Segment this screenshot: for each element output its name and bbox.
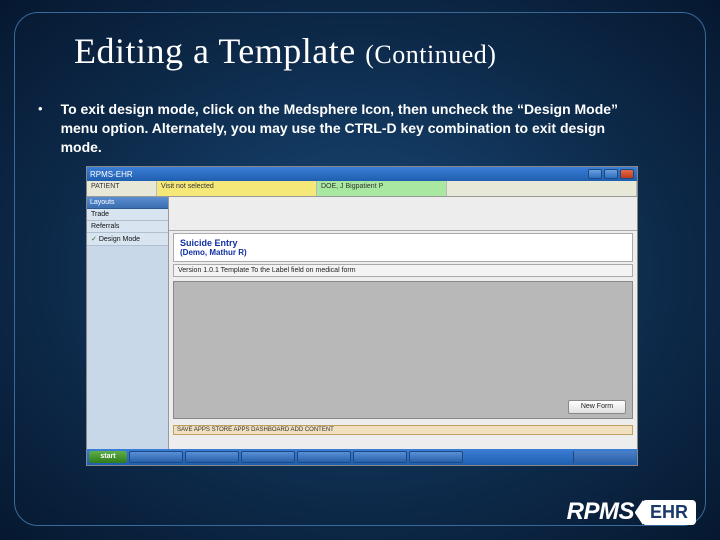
- sidebar: Layouts Trade Referrals Design Mode: [87, 197, 169, 449]
- bullet-row: • To exit design mode, click on the Meds…: [38, 100, 684, 157]
- slide-title: Editing a Template (Continued): [74, 30, 684, 72]
- taskbar-item[interactable]: [241, 451, 295, 463]
- taskbar: start: [87, 449, 637, 465]
- form-info-panel: Version 1.0.1 Template To the Label fiel…: [173, 264, 633, 277]
- main-bottom: SAVE APPS STORE APPS DASHBOARD ADD CONTE…: [169, 423, 637, 449]
- start-button[interactable]: start: [89, 451, 127, 463]
- window-buttons: [588, 169, 634, 179]
- app-header: PATIENT Visit not selected DOE, J Bigpat…: [87, 181, 637, 197]
- slide-content: Editing a Template (Continued) • To exit…: [36, 24, 684, 512]
- taskbar-item[interactable]: [129, 451, 183, 463]
- sidebar-item-design-mode[interactable]: Design Mode: [87, 233, 168, 246]
- header-cell-visit[interactable]: Visit not selected: [157, 181, 317, 196]
- form-subtitle: (Demo, Mathur R): [180, 248, 626, 257]
- new-form-button[interactable]: New Form: [568, 400, 626, 414]
- embedded-screenshot: RPMS-EHR PATIENT Visit not selected DOE,…: [86, 166, 638, 466]
- status-ribbon: SAVE APPS STORE APPS DASHBOARD ADD CONTE…: [173, 425, 633, 435]
- system-tray[interactable]: [573, 451, 635, 463]
- form-title-panel: Suicide Entry (Demo, Mathur R): [173, 233, 633, 262]
- main-panel: Suicide Entry (Demo, Mathur R) Version 1…: [169, 197, 637, 449]
- title-continued: (Continued): [365, 40, 496, 69]
- main-top-gap: [169, 197, 637, 231]
- sidebar-heading: Layouts: [87, 197, 168, 209]
- close-button[interactable]: [620, 169, 634, 179]
- taskbar-item[interactable]: [185, 451, 239, 463]
- minimize-button[interactable]: [588, 169, 602, 179]
- sidebar-spacer: [87, 246, 168, 449]
- maximize-button[interactable]: [604, 169, 618, 179]
- sidebar-item[interactable]: Trade: [87, 209, 168, 221]
- form-body-area: New Form: [173, 281, 633, 419]
- header-cell: PATIENT: [87, 181, 157, 196]
- rpms-logo: RPMS: [567, 498, 634, 526]
- app-body: Layouts Trade Referrals Design Mode Suic…: [87, 197, 637, 449]
- taskbar-item[interactable]: [353, 451, 407, 463]
- footer-logos: RPMS EHR: [567, 498, 696, 526]
- window-titlebar: RPMS-EHR: [87, 167, 637, 181]
- sidebar-item[interactable]: Referrals: [87, 221, 168, 233]
- bullet-text: To exit design mode, click on the Medsph…: [61, 100, 621, 157]
- form-title: Suicide Entry: [180, 238, 626, 248]
- bullet-marker: •: [38, 100, 43, 157]
- title-main: Editing a Template: [74, 31, 356, 71]
- header-cell: [447, 181, 637, 196]
- taskbar-item[interactable]: [409, 451, 463, 463]
- header-cell-patient[interactable]: DOE, J Bigpatient P: [317, 181, 447, 196]
- ehr-logo: EHR: [642, 500, 696, 525]
- taskbar-item[interactable]: [297, 451, 351, 463]
- window-title: RPMS-EHR: [90, 170, 133, 179]
